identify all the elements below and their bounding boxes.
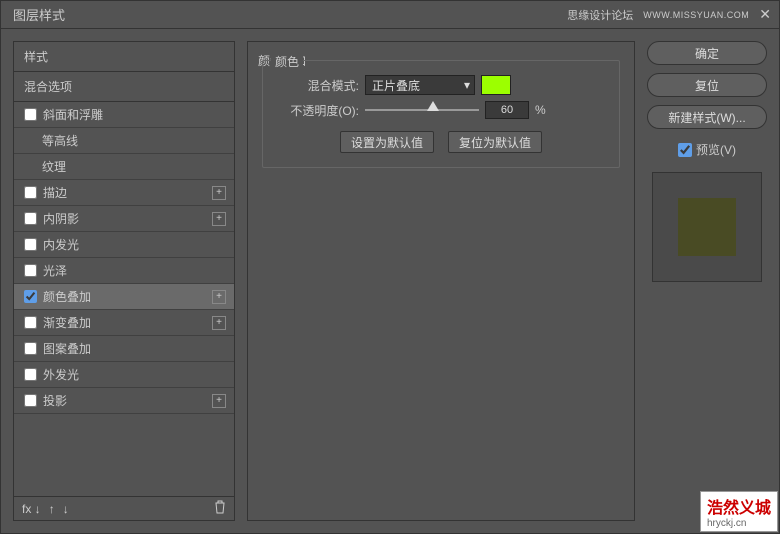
- sidebar-head-styles[interactable]: 样式: [14, 42, 234, 72]
- style-label: 光泽: [43, 262, 67, 279]
- style-label: 内发光: [43, 236, 79, 253]
- cancel-button[interactable]: 复位: [647, 73, 767, 97]
- style-checkbox[interactable]: [24, 342, 37, 355]
- style-checkbox[interactable]: [24, 316, 37, 329]
- add-effect-icon[interactable]: +: [212, 186, 226, 200]
- trash-icon[interactable]: [214, 500, 226, 517]
- blend-mode-value: 正片叠底: [372, 77, 420, 94]
- preview-label: 预览(V): [696, 141, 736, 158]
- opacity-row: 不透明度(O): %: [273, 101, 609, 119]
- slider-track: [365, 109, 479, 111]
- slider-thumb[interactable]: [427, 101, 439, 111]
- style-label: 等高线: [42, 132, 78, 149]
- ok-button[interactable]: 确定: [647, 41, 767, 65]
- down-arrow-icon[interactable]: ↓: [63, 502, 69, 516]
- sidebar-head-blending[interactable]: 混合选项: [14, 72, 234, 102]
- blend-mode-select[interactable]: 正片叠底 ▾: [365, 75, 475, 95]
- titlebar-right: 思缘设计论坛 WWW.MISSYUAN.COM ✕: [567, 6, 771, 23]
- style-row-6[interactable]: 光泽: [14, 258, 234, 284]
- style-row-9[interactable]: 图案叠加: [14, 336, 234, 362]
- style-row-8[interactable]: 渐变叠加 +: [14, 310, 234, 336]
- style-checkbox[interactable]: [24, 108, 37, 121]
- close-icon[interactable]: ✕: [759, 6, 771, 23]
- add-effect-icon[interactable]: +: [212, 394, 226, 408]
- style-row-2[interactable]: 纹理: [14, 154, 234, 180]
- style-checkbox[interactable]: [24, 186, 37, 199]
- titlebar: 图层样式 思缘设计论坛 WWW.MISSYUAN.COM ✕: [1, 1, 779, 29]
- opacity-slider[interactable]: [365, 102, 479, 118]
- set-default-button[interactable]: 设置为默认值: [340, 131, 434, 153]
- forum-url: WWW.MISSYUAN.COM: [643, 10, 749, 20]
- watermark: 浩然义城 hryckj.cn: [700, 491, 778, 532]
- style-label: 渐变叠加: [43, 314, 91, 331]
- layer-style-dialog: 图层样式 思缘设计论坛 WWW.MISSYUAN.COM ✕ 样式 混合选项 斜…: [0, 0, 780, 534]
- sidebar-footer: fx ↓ ↑ ↓: [14, 496, 234, 520]
- fx-menu-icon[interactable]: fx ↓: [22, 502, 41, 516]
- new-style-button[interactable]: 新建样式(W)...: [647, 105, 767, 129]
- style-label: 外发光: [43, 366, 79, 383]
- preview-box: [652, 172, 762, 282]
- style-row-11[interactable]: 投影 +: [14, 388, 234, 414]
- footer-icons-left: fx ↓ ↑ ↓: [22, 502, 69, 516]
- style-row-7[interactable]: 颜色叠加 +: [14, 284, 234, 310]
- add-effect-icon[interactable]: +: [212, 316, 226, 330]
- forum-name: 思缘设计论坛: [567, 7, 633, 23]
- style-row-10[interactable]: 外发光: [14, 362, 234, 388]
- style-label: 内阴影: [43, 210, 79, 227]
- preview-toggle-row: 预览(V): [647, 141, 767, 158]
- up-arrow-icon[interactable]: ↑: [49, 502, 55, 516]
- blend-mode-row: 混合模式: 正片叠底 ▾: [273, 75, 609, 95]
- style-row-1[interactable]: 等高线: [14, 128, 234, 154]
- style-label: 斜面和浮雕: [43, 106, 103, 123]
- style-checkbox[interactable]: [24, 368, 37, 381]
- style-label: 投影: [43, 392, 67, 409]
- percent-sign: %: [535, 103, 546, 117]
- style-row-0[interactable]: 斜面和浮雕: [14, 102, 234, 128]
- style-row-3[interactable]: 描边 +: [14, 180, 234, 206]
- style-label: 颜色叠加: [43, 288, 91, 305]
- default-buttons-row: 设置为默认值 复位为默认值: [273, 131, 609, 153]
- style-label: 图案叠加: [43, 340, 91, 357]
- action-panel: 确定 复位 新建样式(W)... 预览(V): [647, 41, 767, 521]
- style-checkbox[interactable]: [24, 394, 37, 407]
- content: 样式 混合选项 斜面和浮雕等高线纹理描边 + 内阴影 + 内发光光泽颜色叠加 + 渐变叠加 +…: [1, 29, 779, 533]
- color-swatch[interactable]: [481, 75, 511, 95]
- options-panel: 颜色叠加 颜色 混合模式: 正片叠底 ▾ 不透明度(O):: [247, 41, 635, 521]
- style-label: 纹理: [42, 158, 66, 175]
- blend-mode-label: 混合模式:: [273, 77, 359, 94]
- preview-checkbox[interactable]: [678, 143, 692, 157]
- reset-default-button[interactable]: 复位为默认值: [448, 131, 542, 153]
- opacity-label: 不透明度(O):: [273, 102, 359, 119]
- style-checkbox[interactable]: [24, 290, 37, 303]
- style-checkbox[interactable]: [24, 212, 37, 225]
- styles-sidebar: 样式 混合选项 斜面和浮雕等高线纹理描边 + 内阴影 + 内发光光泽颜色叠加 + 渐变叠加 +…: [13, 41, 235, 521]
- add-effect-icon[interactable]: +: [212, 290, 226, 304]
- fieldset-title: 颜色: [271, 53, 303, 70]
- preview-swatch: [678, 198, 736, 256]
- dialog-title: 图层样式: [9, 5, 65, 24]
- style-checkbox[interactable]: [24, 264, 37, 277]
- style-row-5[interactable]: 内发光: [14, 232, 234, 258]
- add-effect-icon[interactable]: +: [212, 212, 226, 226]
- opacity-input[interactable]: [485, 101, 529, 119]
- style-row-4[interactable]: 内阴影 +: [14, 206, 234, 232]
- chevron-down-icon: ▾: [464, 78, 470, 92]
- style-checkbox[interactable]: [24, 238, 37, 251]
- style-label: 描边: [43, 184, 67, 201]
- color-fieldset: 颜色 混合模式: 正片叠底 ▾ 不透明度(O):: [262, 60, 620, 168]
- style-list: 斜面和浮雕等高线纹理描边 + 内阴影 + 内发光光泽颜色叠加 + 渐变叠加 + 图案叠加外发光投…: [14, 102, 234, 414]
